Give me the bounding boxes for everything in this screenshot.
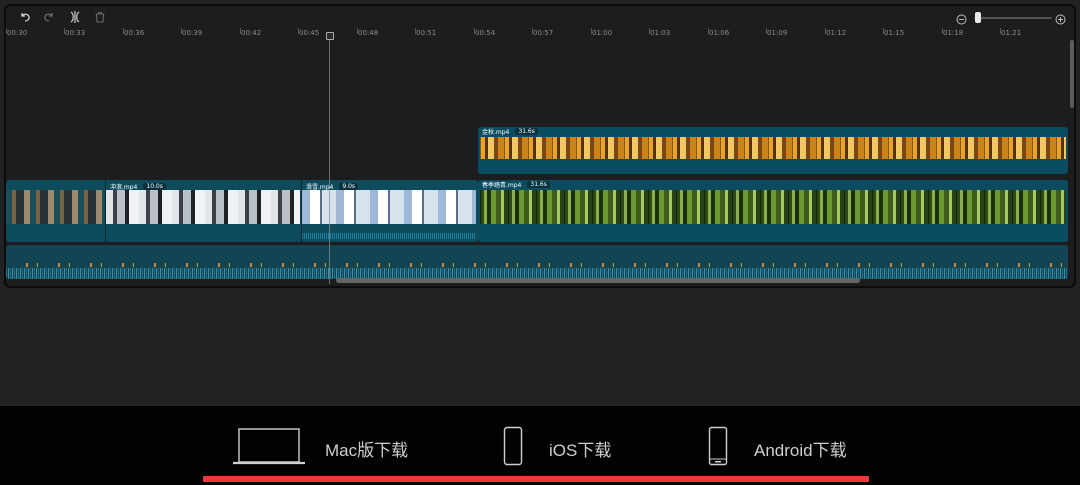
clip-header: 金秋.mp4 31.6s bbox=[478, 127, 538, 136]
undo-icon[interactable] bbox=[18, 10, 32, 24]
redo-icon[interactable] bbox=[42, 10, 56, 24]
ios-download-link[interactable]: iOS下载 bbox=[503, 426, 611, 470]
clip-header: 春季踏青.mp4 31.6s bbox=[478, 180, 550, 189]
ruler-label: 01:06 bbox=[709, 29, 730, 37]
ruler-label: 00:36 bbox=[124, 29, 145, 37]
main-video-track[interactable]: 冲浪.mp4 10.0s 滑雪.mp4 9.0s bbox=[6, 180, 478, 242]
ruler-label: 00:45 bbox=[299, 29, 320, 37]
vertical-scrollbar[interactable] bbox=[1070, 40, 1074, 108]
video-clip-forest[interactable]: 春季踏青.mp4 31.6s bbox=[478, 180, 1068, 242]
horizontal-scrollbar[interactable] bbox=[336, 278, 860, 283]
ruler-label: 00:33 bbox=[65, 29, 86, 37]
clip-name: 滑雪.mp4 bbox=[306, 184, 334, 191]
clip-duration: 10.0s bbox=[143, 183, 166, 190]
ruler-label: 00:42 bbox=[241, 29, 262, 37]
clip-name: 冲浪.mp4 bbox=[110, 184, 138, 191]
ios-download-label: iOS下载 bbox=[549, 440, 612, 460]
audio-waveform bbox=[6, 261, 1068, 279]
clip-header-ski[interactable]: 滑雪.mp4 9.0s bbox=[302, 182, 359, 191]
ruler-label: 01:21 bbox=[1001, 29, 1022, 37]
delete-icon[interactable] bbox=[93, 10, 107, 24]
split-icon[interactable] bbox=[68, 10, 82, 24]
clip-thumbnails bbox=[480, 190, 1066, 224]
video-clip-gold[interactable]: 金秋.mp4 31.6s bbox=[478, 127, 1068, 174]
clip-name: 春季踏青.mp4 bbox=[482, 182, 522, 189]
ruler-label: 00:57 bbox=[533, 29, 554, 37]
ruler-label: 00:51 bbox=[416, 29, 437, 37]
download-bar: Mac版下载 iOS下载 Android下载 bbox=[0, 405, 1080, 485]
ruler-label: 01:18 bbox=[943, 29, 964, 37]
mac-download-link[interactable]: Mac版下载 bbox=[231, 426, 408, 470]
ruler-label: 00:54 bbox=[475, 29, 496, 37]
playhead[interactable] bbox=[329, 34, 330, 284]
clip-duration: 9.0s bbox=[339, 183, 359, 190]
phone-icon bbox=[503, 426, 523, 471]
clip-name: 金秋.mp4 bbox=[482, 129, 510, 136]
ruler-label: 00:39 bbox=[182, 29, 203, 37]
ruler-label: 01:09 bbox=[767, 29, 788, 37]
audio-track[interactable] bbox=[6, 245, 1068, 279]
time-ruler[interactable]: 00:30 00:33 00:36 00:39 00:42 00:45 00:4… bbox=[6, 28, 1074, 42]
laptop-icon bbox=[231, 426, 307, 471]
highlight-underline bbox=[203, 476, 869, 482]
zoom-slider-track[interactable] bbox=[974, 17, 1052, 19]
ruler-label: 01:15 bbox=[884, 29, 905, 37]
android-download-link[interactable]: Android下载 bbox=[708, 426, 847, 470]
android-download-label: Android下载 bbox=[754, 440, 847, 460]
ruler-label: 01:00 bbox=[592, 29, 613, 37]
clip-header-surf[interactable]: 冲浪.mp4 10.0s bbox=[106, 182, 166, 191]
ruler-label: 00:48 bbox=[358, 29, 379, 37]
clip-duration: 31.6s bbox=[527, 181, 550, 188]
ruler-label: 01:03 bbox=[650, 29, 671, 37]
clip-thumbnails bbox=[6, 190, 104, 224]
timeline-toolbar bbox=[6, 6, 1074, 28]
timeline-editor: 00:30 00:33 00:36 00:39 00:42 00:45 00:4… bbox=[4, 4, 1076, 288]
clip-thumbnails bbox=[106, 190, 300, 224]
clip-duration: 31.6s bbox=[515, 128, 538, 135]
ruler-label: 00:30 bbox=[7, 29, 28, 37]
mac-download-label: Mac版下载 bbox=[325, 440, 409, 460]
android-phone-icon bbox=[708, 426, 728, 471]
ruler-label: 01:12 bbox=[826, 29, 847, 37]
clip-thumbnails bbox=[480, 137, 1066, 159]
playhead-handle[interactable] bbox=[326, 32, 334, 40]
zoom-slider-handle[interactable] bbox=[975, 12, 981, 23]
